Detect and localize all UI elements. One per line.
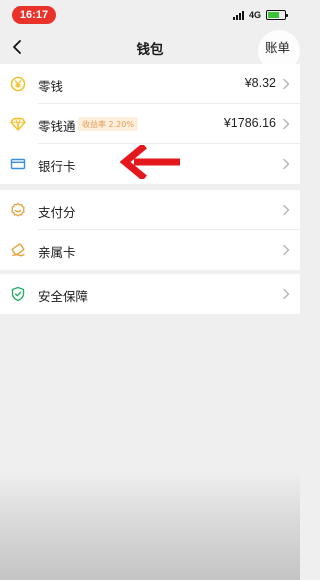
red-pointer-arrow-icon (120, 145, 180, 179)
yield-badge: 收益率 2.20% (78, 117, 138, 131)
chevron-right-icon (283, 158, 290, 170)
pay-score-label: 支付分 (38, 205, 76, 220)
list-item-family-card[interactable]: 亲属卡 (0, 230, 300, 270)
signal-icon (232, 10, 244, 20)
status-bar: 16:17 4G (0, 0, 300, 30)
list-item-security[interactable]: 安全保障 (0, 274, 300, 314)
lingqiantong-label: 零钱通 (38, 119, 76, 134)
battery-icon (266, 10, 288, 20)
yuan-coin-icon (10, 76, 26, 92)
security-group: 安全保障 (0, 274, 300, 314)
bills-button[interactable]: 账单 (265, 37, 290, 56)
security-label: 安全保障 (38, 289, 89, 304)
page-title: 钱包 (136, 42, 164, 58)
diamond-icon (10, 117, 26, 131)
chevron-right-icon (283, 204, 290, 216)
list-item-pay-score[interactable]: 支付分 (0, 190, 300, 230)
bank-card-label: 银行卡 (38, 159, 76, 174)
services-group: 支付分 亲属卡 (0, 190, 300, 270)
status-time: 16:17 (12, 6, 56, 24)
chevron-right-icon (283, 78, 290, 90)
score-badge-icon (11, 202, 25, 217)
chevron-right-icon (283, 244, 290, 256)
list-item-lingqiantong[interactable]: 零钱通 收益率 2.20% ¥1786.16 (0, 104, 300, 144)
family-card-label: 亲属卡 (38, 245, 76, 260)
change-balance: ¥8.32 (244, 76, 276, 90)
chevron-right-icon (283, 288, 290, 300)
chevron-right-icon (283, 118, 290, 130)
shield-icon (11, 286, 25, 302)
family-card-icon (11, 243, 25, 257)
bottom-shade (0, 470, 300, 580)
network-type: 4G (248, 10, 261, 20)
navigation-bar: 钱包 账单 (0, 30, 300, 72)
change-label: 零钱 (38, 79, 64, 94)
lingqiantong-balance: ¥1786.16 (223, 116, 276, 130)
bank-card-icon (10, 158, 26, 170)
status-indicators: 4G (232, 8, 288, 22)
list-item-change[interactable]: 零钱 ¥8.32 (0, 64, 300, 104)
